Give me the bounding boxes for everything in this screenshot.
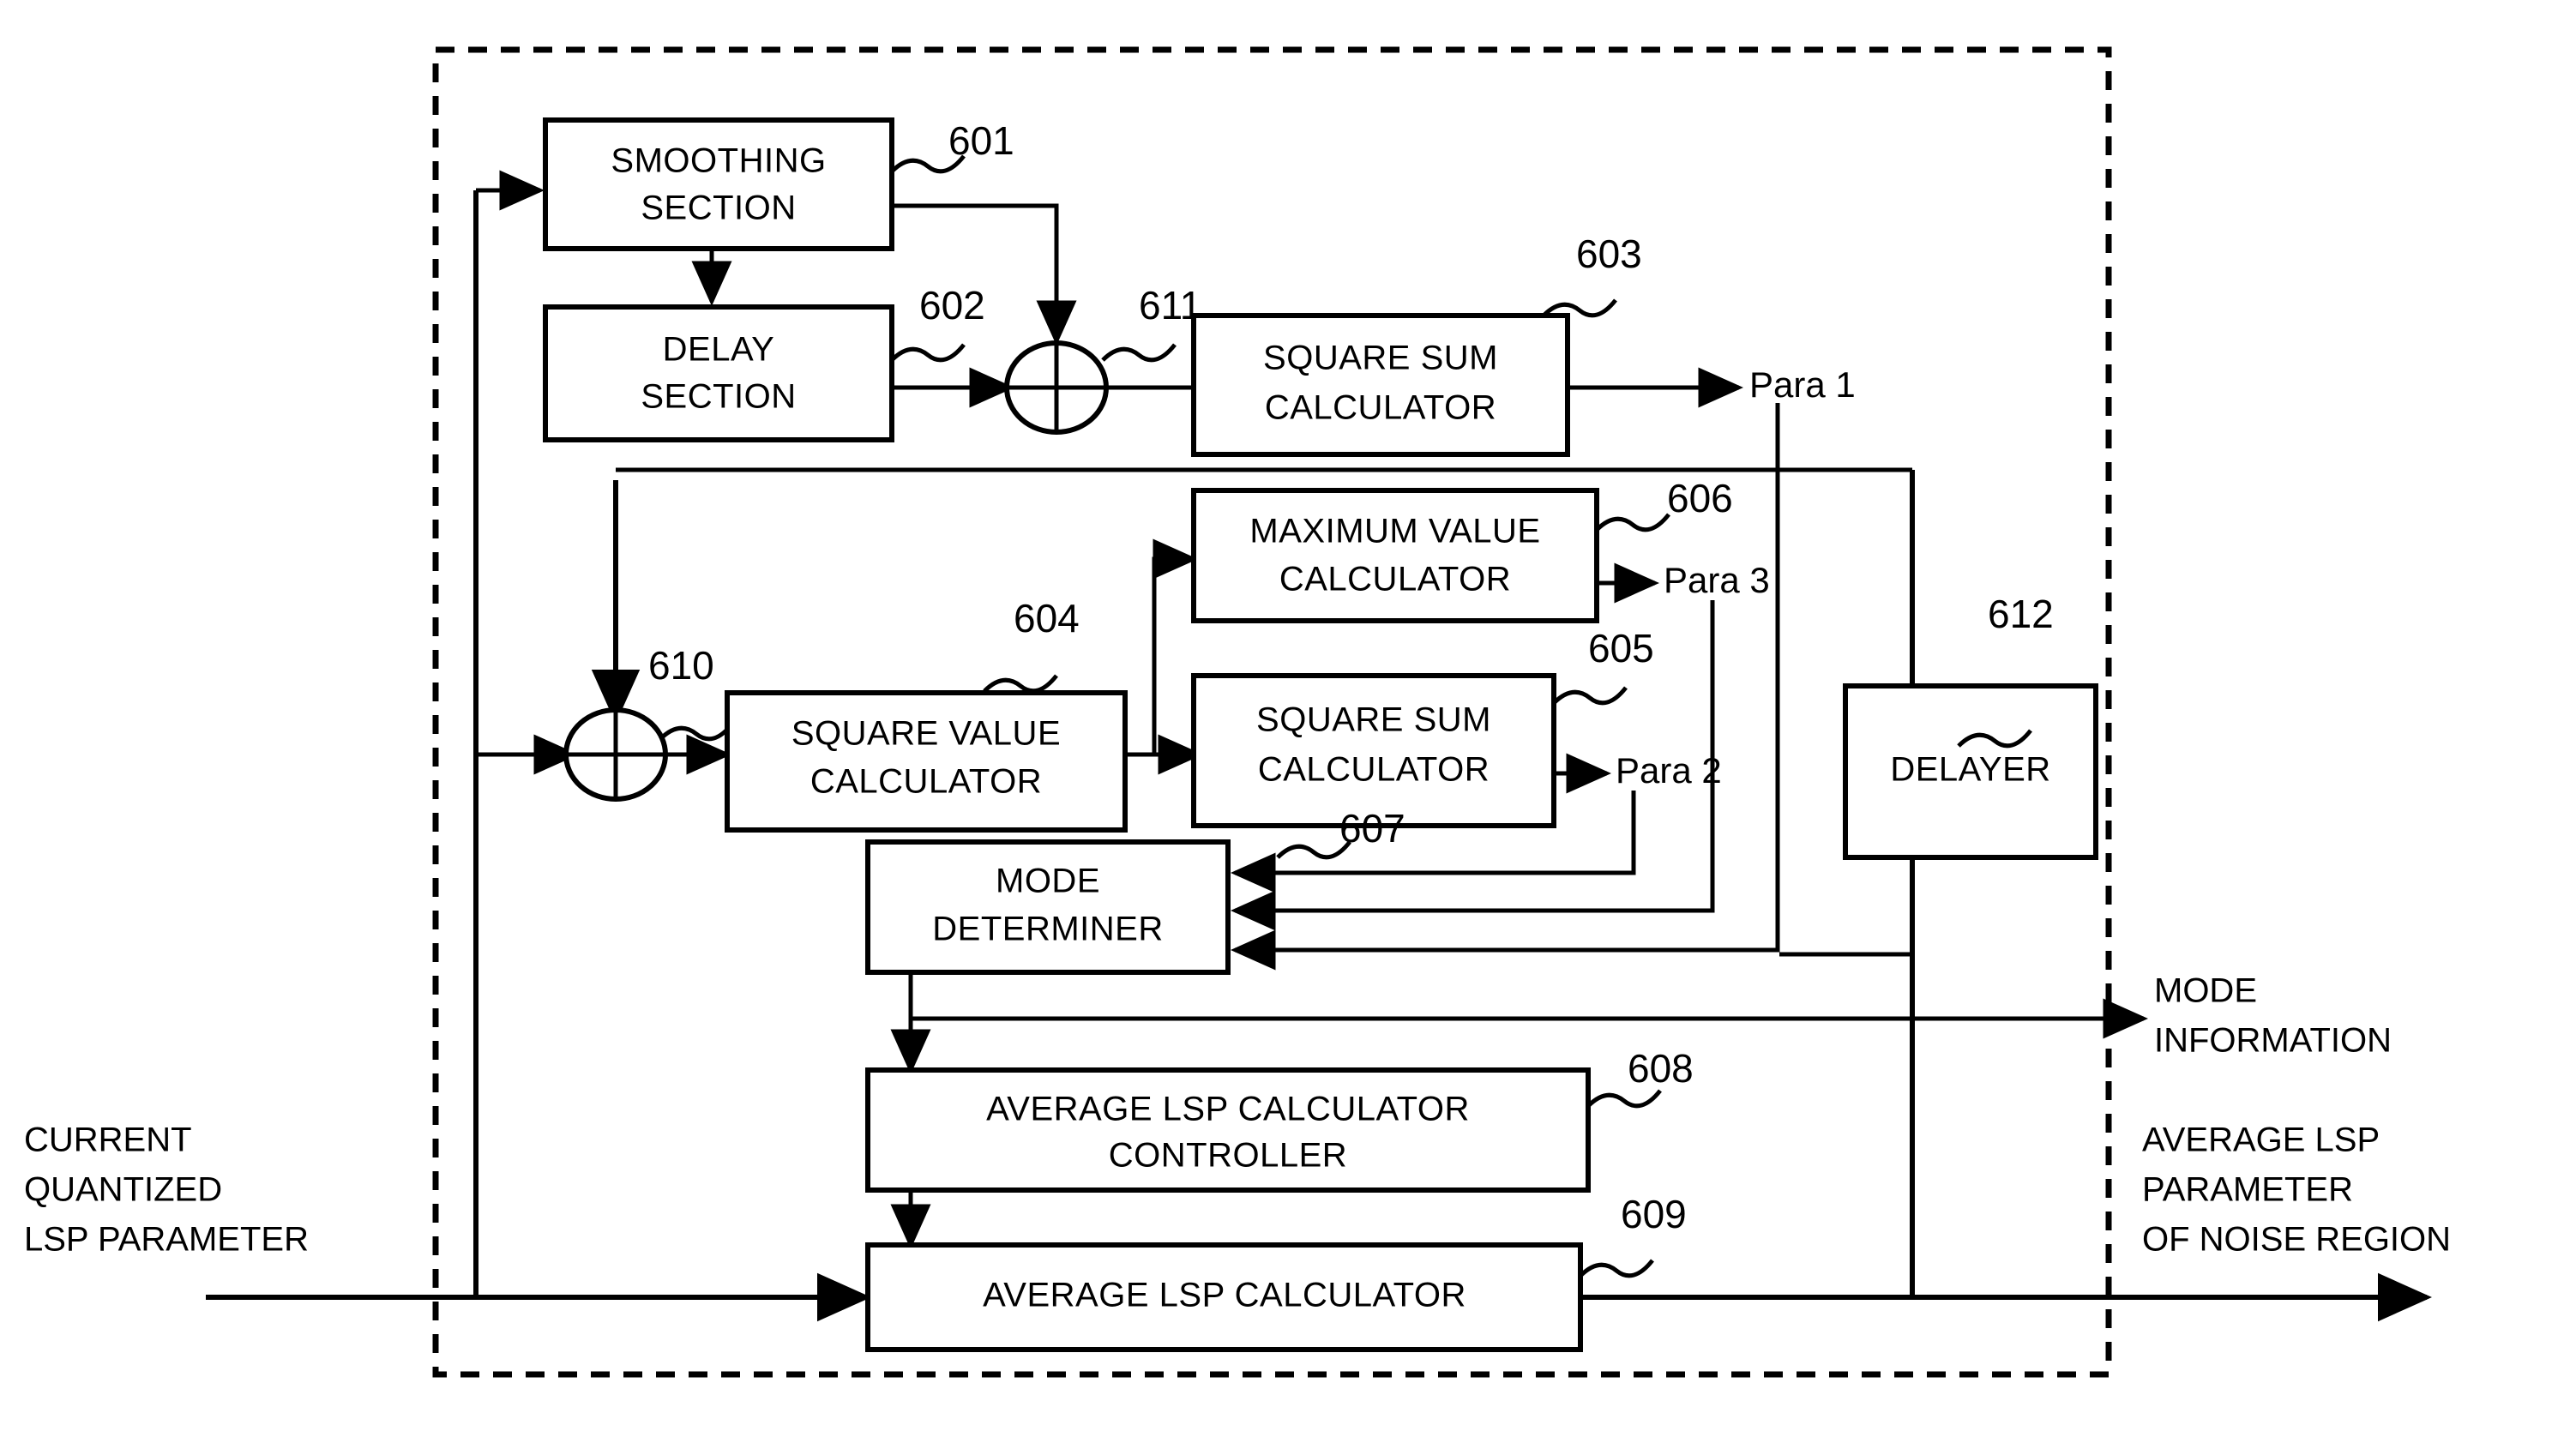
block-avg-lsp-calculator[interactable]: AVERAGE LSP CALCULATOR (865, 1242, 1583, 1352)
ref-number-602: 602 (919, 283, 985, 328)
leader-604 (983, 674, 1058, 694)
block-mode-determiner[interactable]: MODE DETERMINER (865, 839, 1231, 975)
block-label: CONTROLLER (1109, 1137, 1347, 1175)
ref-number-605: 605 (1588, 626, 1654, 670)
block-label: SMOOTHING (611, 142, 826, 180)
block-label: SQUARE VALUE (791, 715, 1061, 753)
block-label: SECTION (641, 189, 796, 227)
output-mode-label-line1: MODE (2154, 972, 2257, 1010)
block-delayer[interactable]: DELAYER (1843, 683, 2098, 860)
ref-number-607: 607 (1339, 806, 1405, 851)
block-label: DETERMINER (932, 911, 1163, 948)
figure-canvas: SMOOTHING SECTION 601 DELAY SECTION 602 … (0, 0, 2576, 1431)
signal-label-para1: Para 1 (1749, 364, 1856, 405)
ref-number-610: 610 (648, 643, 714, 688)
input-label-line1: CURRENT (24, 1121, 192, 1159)
leader-610 (659, 722, 734, 742)
block-maximum-value-calculator[interactable]: MAXIMUM VALUE CALCULATOR (1191, 488, 1599, 623)
output-avg-label-line2: PARAMETER (2142, 1171, 2353, 1209)
output-avg-label-line1: AVERAGE LSP (2142, 1121, 2380, 1159)
output-mode-label-line2: INFORMATION (2154, 1022, 2392, 1060)
block-label: CALCULATOR (810, 763, 1042, 801)
leader-609 (1579, 1259, 1654, 1278)
ref-number-603: 603 (1576, 231, 1642, 276)
leader-602 (890, 343, 966, 363)
block-avg-lsp-calculator-controller[interactable]: AVERAGE LSP CALCULATOR CONTROLLER (865, 1067, 1591, 1193)
ref-number-608: 608 (1628, 1046, 1694, 1091)
block-diagram-svg: SMOOTHING SECTION 601 DELAY SECTION 602 … (24, 46, 2451, 1378)
input-label-line2: QUANTIZED (24, 1171, 222, 1209)
block-label: CALCULATOR (1258, 751, 1490, 789)
block-label: SQUARE SUM (1263, 340, 1498, 377)
adder-610[interactable] (563, 707, 668, 802)
signal-label-para3: Para 3 (1664, 560, 1770, 600)
block-label: SQUARE SUM (1256, 701, 1491, 739)
ref-number-609: 609 (1621, 1192, 1687, 1236)
adder-611[interactable] (1004, 340, 1109, 435)
output-avg-label-line3: OF NOISE REGION (2142, 1221, 2451, 1259)
signal-label-para2: Para 2 (1616, 750, 1722, 791)
ref-number-606: 606 (1667, 476, 1733, 520)
wire-sqval604-to-maxvalue606 (1152, 538, 1198, 755)
leader-608 (1586, 1089, 1662, 1109)
leader-605 (1552, 686, 1628, 706)
block-label: AVERAGE LSP CALCULATOR (986, 1091, 1470, 1128)
block-square-value-calculator[interactable]: SQUARE VALUE CALCULATOR (725, 690, 1128, 833)
block-label: CALCULATOR (1265, 389, 1496, 427)
block-label: MAXIMUM VALUE (1249, 513, 1540, 550)
block-smoothing-section[interactable]: SMOOTHING SECTION (543, 117, 894, 251)
block-label: AVERAGE LSP CALCULATOR (983, 1277, 1466, 1314)
leader-611 (1101, 343, 1177, 363)
input-label-line3: LSP PARAMETER (24, 1221, 309, 1259)
ref-number-612: 612 (1988, 592, 2054, 636)
block-label: DELAYER (1890, 751, 2050, 789)
block-label: DELAY (663, 331, 775, 369)
ref-number-601: 601 (948, 118, 1014, 163)
block-delay-section[interactable]: DELAY SECTION (543, 304, 894, 442)
block-square-sum-calculator-603[interactable]: SQUARE SUM CALCULATOR (1191, 313, 1570, 457)
leader-606 (1595, 513, 1670, 532)
block-label: CALCULATOR (1279, 561, 1511, 598)
ref-number-604: 604 (1014, 596, 1080, 640)
wire-delayer-to-mode-determiner (1779, 857, 1915, 957)
block-square-sum-calculator-605[interactable]: SQUARE SUM CALCULATOR (1191, 673, 1556, 828)
block-label: MODE (996, 863, 1100, 900)
block-label: SECTION (641, 378, 796, 416)
